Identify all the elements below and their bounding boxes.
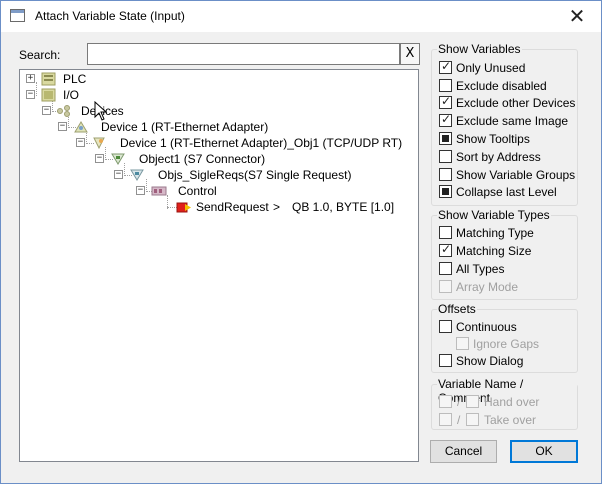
window-icon bbox=[10, 9, 25, 22]
show-variable-types-group: Show Variable Types Matching Type ✓ Matc… bbox=[431, 208, 578, 300]
checkbox[interactable] bbox=[439, 226, 452, 239]
variable-name-comment-group: Variable Name / Comment / Hand over / Ta… bbox=[431, 377, 578, 430]
checkbox[interactable]: ✓ bbox=[439, 59, 452, 74]
tree-label: PLC bbox=[63, 72, 87, 86]
collapse-icon[interactable]: − bbox=[114, 170, 123, 179]
expand-icon[interactable]: + bbox=[26, 74, 35, 83]
collapse-icon[interactable]: − bbox=[76, 138, 85, 147]
checkmark-icon: ✓ bbox=[441, 112, 452, 126]
attach-variable-dialog: Attach Variable State (Input) ✕ Search: … bbox=[0, 0, 602, 484]
tree-node-object1[interactable]: − Object1 (S7 Connector) bbox=[95, 151, 295, 167]
checkbox[interactable] bbox=[439, 354, 452, 367]
tree-label: Device 1 (RT-Ethernet Adapter)_Obj1 (TCP… bbox=[120, 136, 403, 150]
cancel-button[interactable]: Cancel bbox=[430, 440, 497, 463]
checkbox bbox=[456, 337, 469, 350]
tree-node-control[interactable]: − Control bbox=[136, 183, 256, 199]
tree-node-device1-obj1[interactable]: − Device 1 (RT-Ethernet Adapter)_Obj1 (T… bbox=[76, 135, 416, 151]
checkmark-icon: ✓ bbox=[441, 242, 452, 256]
tree-label: Control bbox=[178, 184, 217, 198]
tree-label: I/O bbox=[63, 88, 80, 102]
checkbox[interactable] bbox=[439, 185, 452, 198]
collapse-icon[interactable]: − bbox=[95, 154, 104, 163]
devices-icon bbox=[56, 104, 72, 118]
name-hand-over-checkbox bbox=[439, 395, 452, 408]
checkbox[interactable]: ✓ bbox=[439, 112, 452, 127]
offsets-group: Offsets Continuous Ignore Gaps Show Dial… bbox=[431, 302, 578, 373]
checkbox bbox=[439, 280, 452, 293]
tree-node-device1[interactable]: − Device 1 (RT-Ethernet Adapter) bbox=[58, 119, 278, 135]
collapse-icon[interactable]: − bbox=[42, 106, 51, 115]
checkmark-icon: ✓ bbox=[441, 59, 452, 73]
tree-node-plc[interactable]: + PLC bbox=[26, 71, 106, 87]
checkbox[interactable] bbox=[439, 79, 452, 92]
tree-label: Objs_SigleReqs(S7 Single Request) bbox=[158, 168, 352, 182]
collapse-icon[interactable]: − bbox=[136, 186, 145, 195]
collapse-icon[interactable]: − bbox=[26, 90, 35, 99]
checkbox[interactable] bbox=[439, 150, 452, 163]
tree-node-objs-sigle-reqs[interactable]: − Objs_SigleReqs(S7 Single Request) bbox=[114, 167, 374, 183]
comment-take-over-checkbox bbox=[466, 413, 479, 426]
separator: / bbox=[457, 413, 461, 427]
output-variable-icon bbox=[176, 200, 192, 214]
separator: / bbox=[457, 395, 461, 409]
plc-icon bbox=[41, 72, 57, 86]
group-title: Show Variables bbox=[437, 42, 522, 56]
mouse-cursor-icon bbox=[94, 101, 108, 121]
indeterminate-icon bbox=[442, 135, 449, 142]
checkbox[interactable] bbox=[439, 132, 452, 145]
object-icon bbox=[91, 136, 107, 150]
connector-icon bbox=[110, 152, 126, 166]
group-title: Show Variable Types bbox=[437, 208, 551, 222]
search-label: Search: bbox=[19, 48, 61, 62]
window-title: Attach Variable State (Input) bbox=[35, 9, 185, 23]
collapse-icon[interactable]: − bbox=[58, 122, 67, 131]
checkbox[interactable]: ✓ bbox=[439, 94, 452, 109]
io-icon bbox=[41, 88, 57, 102]
adapter-icon bbox=[73, 120, 89, 134]
search-input[interactable] bbox=[87, 43, 400, 65]
hand-over-row: / Hand over bbox=[439, 394, 569, 410]
comment-hand-over-checkbox bbox=[466, 395, 479, 408]
control-icon bbox=[151, 184, 167, 198]
tree-label: Device 1 (RT-Ethernet Adapter) bbox=[101, 120, 269, 134]
mapping-address: QB 1.0, BYTE [1.0] bbox=[292, 200, 395, 214]
checkbox[interactable] bbox=[439, 168, 452, 181]
checkbox[interactable] bbox=[439, 320, 452, 333]
group-title: Offsets bbox=[437, 302, 477, 316]
search-clear-button[interactable]: X bbox=[400, 43, 420, 65]
indeterminate-icon bbox=[442, 188, 449, 195]
show-variables-group: Show Variables ✓ Only Unused Exclude dis… bbox=[431, 42, 578, 206]
tree-label: SendRequest bbox=[196, 200, 269, 214]
tree-node-send-request[interactable]: SendRequest > QB 1.0, BYTE [1.0] bbox=[176, 199, 416, 215]
name-take-over-checkbox bbox=[439, 413, 452, 426]
variable-tree[interactable]: + PLC − I/O − Devices − Device 1 bbox=[19, 69, 419, 462]
checkmark-icon: ✓ bbox=[441, 94, 452, 108]
close-icon[interactable]: ✕ bbox=[564, 4, 590, 28]
title-bar: Attach Variable State (Input) ✕ bbox=[1, 1, 601, 32]
tree-label: Object1 (S7 Connector) bbox=[139, 152, 266, 166]
request-icon bbox=[129, 168, 145, 182]
checkbox[interactable] bbox=[439, 262, 452, 275]
ok-button[interactable]: OK bbox=[510, 440, 578, 463]
take-over-row: / Take over bbox=[439, 412, 569, 428]
checkbox[interactable]: ✓ bbox=[439, 242, 452, 257]
mapping-arrow: > bbox=[273, 200, 281, 214]
